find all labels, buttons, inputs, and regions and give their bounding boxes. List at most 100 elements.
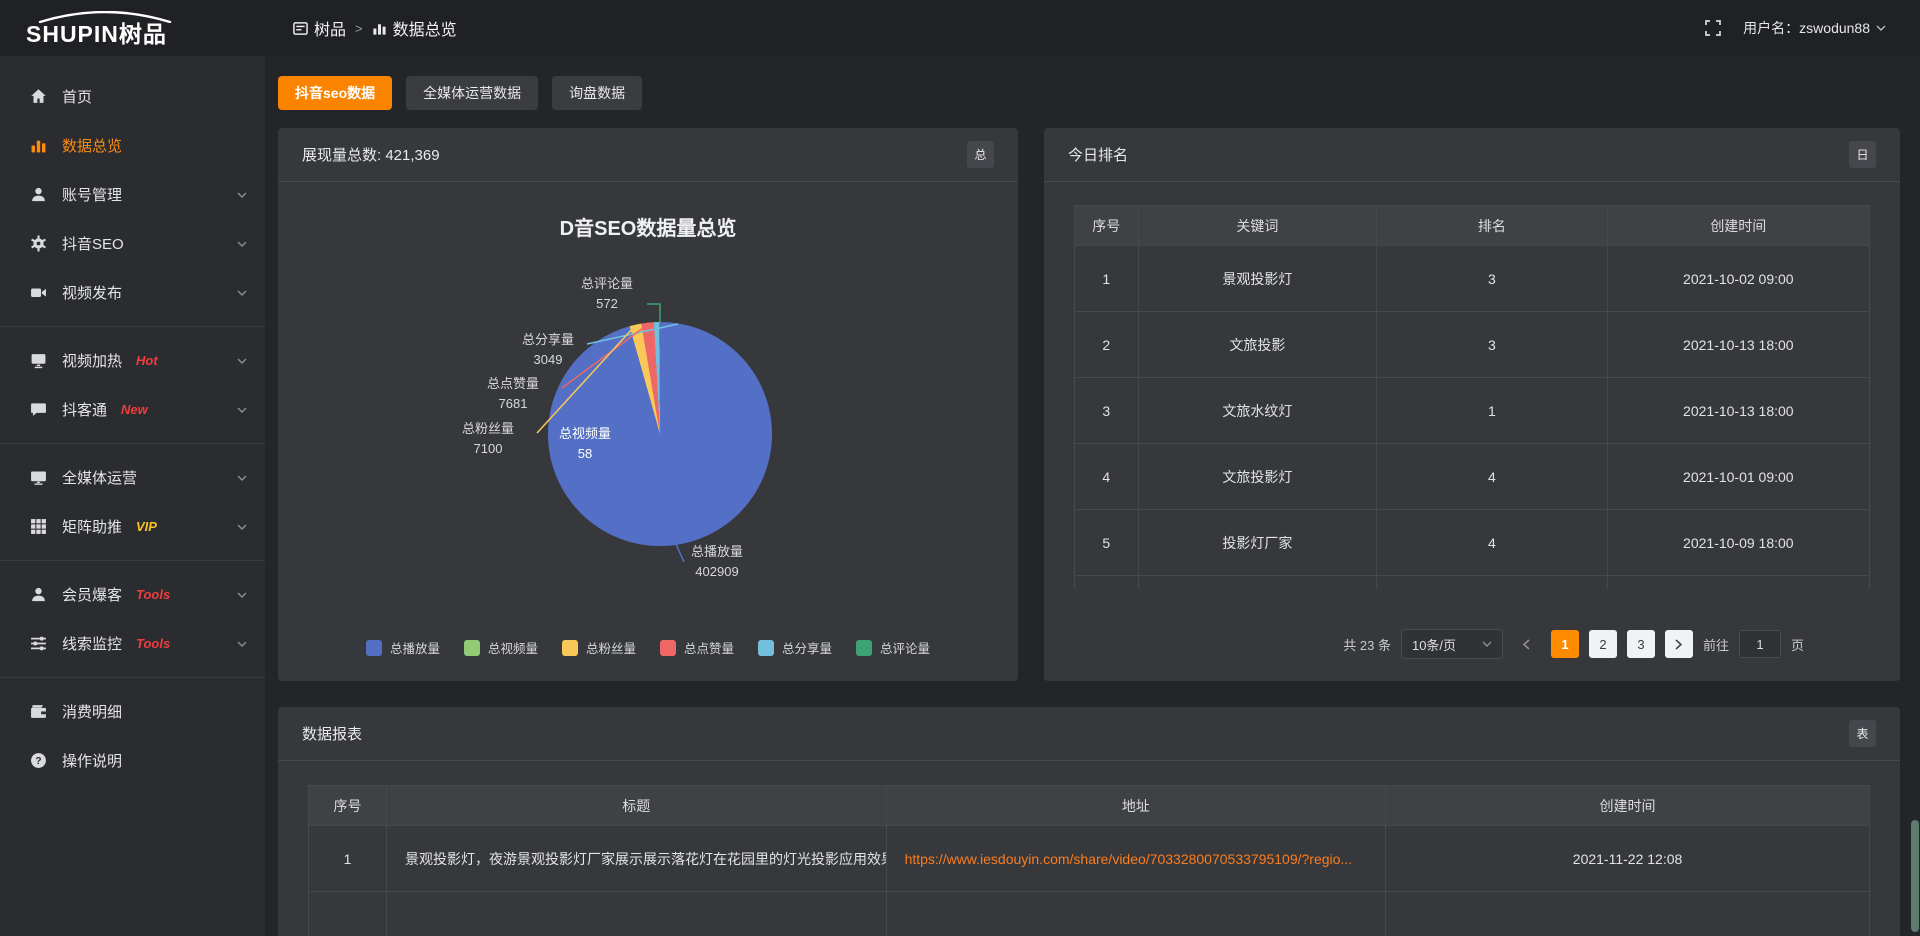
scrollbar-track <box>1911 56 1919 936</box>
report-panel: 数据报表 表 序号 标题 地址 创建时间 1 景观投影灯，夜游景观投影灯 <box>278 707 1900 936</box>
tab-omni-media-data[interactable]: 全媒体运营数据 <box>406 76 538 110</box>
sidebar-divider <box>0 560 265 561</box>
sidebar-item-video-heating[interactable]: 视频加热 Hot <box>0 336 265 385</box>
sidebar-item-home[interactable]: 首页 <box>0 72 265 121</box>
scrollbar-thumb[interactable] <box>1911 820 1919 932</box>
tab-douyin-seo-data[interactable]: 抖音seo数据 <box>278 76 392 110</box>
panel-icon <box>293 21 308 36</box>
total-view-button[interactable]: 总 <box>967 141 994 168</box>
col-header-created: 创建时间 <box>1386 786 1870 826</box>
sidebar-divider <box>0 326 265 327</box>
chevron-down-icon <box>237 592 247 598</box>
legend-item-fans[interactable]: 总粉丝量 <box>562 638 636 657</box>
daily-view-button[interactable]: 日 <box>1849 141 1876 168</box>
rank-table: 序号 关键词 排名 创建时间 1景观投影灯32021-10-02 09:00 <box>1074 205 1870 589</box>
breadcrumb-current: 数据总览 <box>372 16 457 40</box>
logo[interactable]: SHUPIN树品 <box>0 11 265 45</box>
user-menu[interactable]: 用户名：zswodun88 <box>1743 18 1886 38</box>
sidebar-item-label: 抖客通 <box>62 399 107 420</box>
col-header-rank: 排名 <box>1377 206 1608 246</box>
pie-label-shares: 总分享量3049 <box>508 330 588 370</box>
table-view-button[interactable]: 表 <box>1849 720 1876 747</box>
sidebar-item-label: 数据总览 <box>62 135 122 156</box>
sidebar-item-label: 视频发布 <box>62 282 122 303</box>
sidebar-item-help[interactable]: ? 操作说明 <box>0 736 265 785</box>
chevron-down-icon <box>237 641 247 647</box>
data-tabs: 抖音seo数据 全媒体运营数据 询盘数据 <box>278 76 1900 110</box>
tools-badge: Tools <box>136 587 170 602</box>
rank-panel-title: 今日排名 <box>1068 144 1128 165</box>
prev-page-button[interactable] <box>1513 630 1541 658</box>
table-row-partial <box>1075 576 1870 590</box>
sidebar-item-label: 会员爆客 <box>62 584 122 605</box>
legend-item-plays[interactable]: 总播放量 <box>366 638 440 657</box>
sidebar-item-label: 账号管理 <box>62 184 122 205</box>
legend-item-videos[interactable]: 总视频量 <box>464 638 538 657</box>
video-title-cell: 景观投影灯，夜游景观投影灯厂家展示展示落花灯在花园里的灯光投影应用效果 # <box>387 826 887 892</box>
legend-swatch <box>856 640 872 656</box>
pie-label-comments: 总评论量572 <box>567 274 647 314</box>
col-header-keyword: 关键词 <box>1138 206 1377 246</box>
tab-inquiry-data[interactable]: 询盘数据 <box>552 76 642 110</box>
breadcrumb-separator: > <box>355 21 363 36</box>
page-button-1[interactable]: 1 <box>1551 630 1579 658</box>
chevron-down-icon <box>237 475 247 481</box>
hot-badge: Hot <box>136 353 158 368</box>
legend-item-comments[interactable]: 总评论量 <box>856 638 930 657</box>
bar-chart-icon <box>30 137 47 154</box>
page-size-select[interactable]: 10条/页 <box>1401 629 1503 659</box>
home-icon <box>30 88 47 105</box>
table-row: 1景观投影灯32021-10-02 09:00 <box>1075 246 1870 312</box>
chevron-left-icon <box>1523 639 1530 650</box>
sidebar-item-douyin-seo[interactable]: 抖音SEO <box>0 219 265 268</box>
rank-panel-header: 今日排名 日 <box>1044 128 1900 182</box>
goto-page-input[interactable] <box>1739 630 1781 658</box>
goto-label: 前往 <box>1703 635 1729 654</box>
page-button-3[interactable]: 3 <box>1627 630 1655 658</box>
sidebar-item-lead-monitor[interactable]: 线索监控 Tools <box>0 619 265 668</box>
sidebar-item-account[interactable]: 账号管理 <box>0 170 265 219</box>
report-panel-header: 数据报表 表 <box>278 707 1900 761</box>
chart-panel: 展现量总数: 421,369 总 D音SEO数据量总览 总评论量572 总分 <box>278 128 1018 681</box>
video-link[interactable]: https://www.iesdouyin.com/share/video/70… <box>886 826 1386 892</box>
rank-panel: 今日排名 日 序号 关键词 排名 创建时间 <box>1044 128 1900 681</box>
logo-text: SHUPIN树品 <box>26 23 265 45</box>
chevron-down-icon <box>237 192 247 198</box>
main-content: 抖音seo数据 全媒体运营数据 询盘数据 展现量总数: 421,369 总 D音… <box>265 56 1920 936</box>
sidebar-item-member-booster[interactable]: 会员爆客 Tools <box>0 570 265 619</box>
table-row: 2文旅投影32021-10-13 18:00 <box>1075 312 1870 378</box>
breadcrumb: 树品 > 数据总览 <box>293 16 457 40</box>
pie-chart-area: D音SEO数据量总览 总评论量572 总分享量3049 总点赞量7681 <box>278 182 1018 679</box>
sidebar-divider <box>0 443 265 444</box>
sidebar-item-video-publish[interactable]: 视频发布 <box>0 268 265 317</box>
monitor-icon <box>30 469 47 486</box>
legend-item-shares[interactable]: 总分享量 <box>758 638 832 657</box>
sidebar-item-data-overview[interactable]: 数据总览 <box>0 121 265 170</box>
legend-item-likes[interactable]: 总点赞量 <box>660 638 734 657</box>
sidebar: 首页 数据总览 账号管理 抖音SEO 视频发布 视频加热 Hot 抖客通 New… <box>0 56 265 936</box>
sidebar-item-matrix-boost[interactable]: 矩阵助推 VIP <box>0 502 265 551</box>
legend-swatch <box>660 640 676 656</box>
legend-swatch <box>366 640 382 656</box>
col-header-index: 序号 <box>1075 206 1139 246</box>
next-page-button[interactable] <box>1665 630 1693 658</box>
page-button-2[interactable]: 2 <box>1589 630 1617 658</box>
legend-swatch <box>464 640 480 656</box>
sidebar-divider <box>0 677 265 678</box>
sidebar-item-label: 操作说明 <box>62 750 122 771</box>
chevron-down-icon <box>237 241 247 247</box>
tools-badge: Tools <box>136 636 170 651</box>
col-header-url: 地址 <box>886 786 1386 826</box>
pie-label-likes: 总点赞量7681 <box>473 374 553 414</box>
table-row: 3文旅水纹灯12021-10-13 18:00 <box>1075 378 1870 444</box>
chevron-right-icon <box>1675 639 1682 650</box>
sidebar-item-douketong[interactable]: 抖客通 New <box>0 385 265 434</box>
fullscreen-icon[interactable] <box>1705 20 1721 36</box>
sidebar-item-spend-detail[interactable]: 消费明细 <box>0 687 265 736</box>
report-table: 序号 标题 地址 创建时间 1 景观投影灯，夜游景观投影灯厂家展示展示落花灯在花… <box>308 785 1870 936</box>
impressions-total: 展现量总数: 421,369 <box>302 144 440 165</box>
top-header: SHUPIN树品 树品 > 数据总览 用户名：zswodun88 <box>0 0 1920 56</box>
rank-table-scroller[interactable]: 序号 关键词 排名 创建时间 1景观投影灯32021-10-02 09:00 <box>1074 205 1870 589</box>
breadcrumb-root[interactable]: 树品 <box>293 16 346 40</box>
sidebar-item-omni-media[interactable]: 全媒体运营 <box>0 453 265 502</box>
